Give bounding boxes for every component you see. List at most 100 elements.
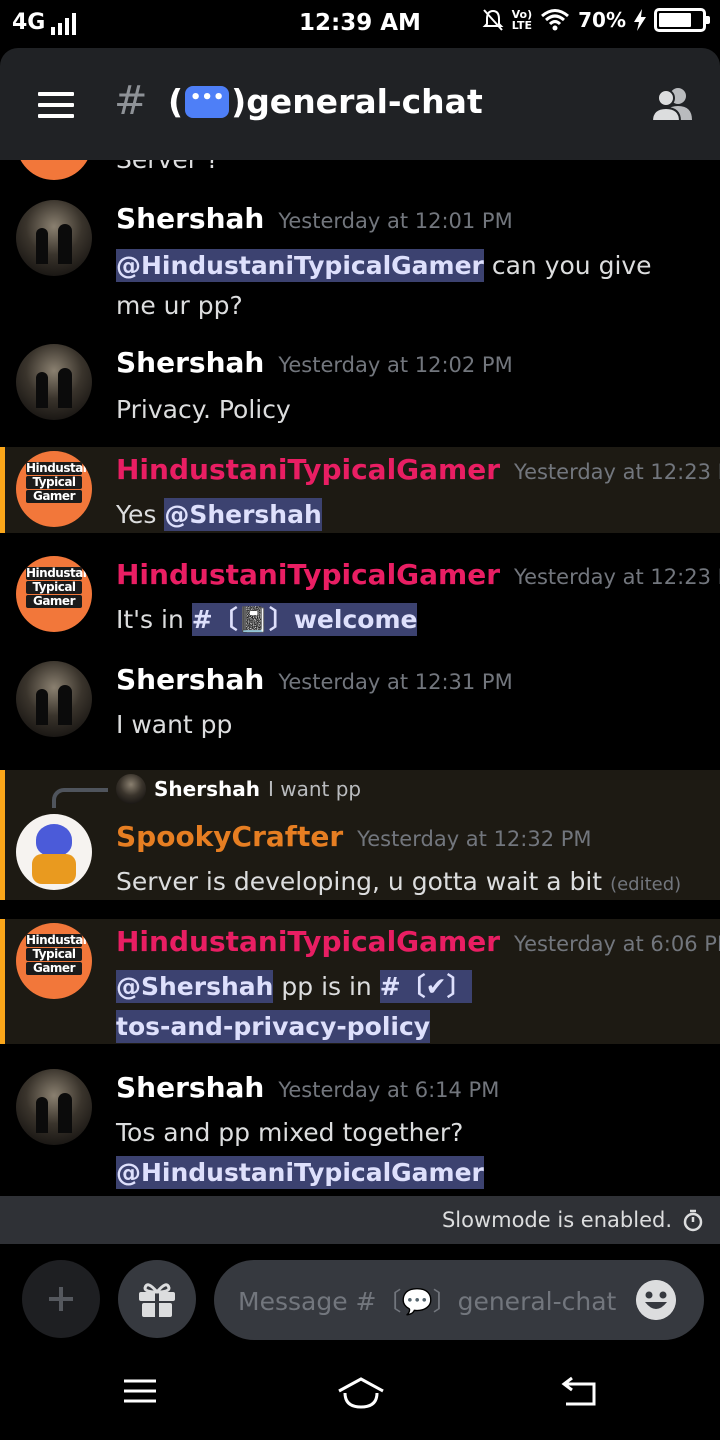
message-content: pp is in	[273, 972, 380, 1001]
status-icons: Vo) LTE 70%	[482, 8, 710, 32]
timestamp: Yesterday at 12:31 PM	[278, 670, 513, 694]
add-attachment-button[interactable]	[22, 1260, 100, 1338]
battery-percent: 70%	[578, 8, 626, 32]
message-input-placeholder: Message #〔💬〕general-chat	[238, 1287, 617, 1316]
message-item[interactable]: Hindustani Typical Gamer HindustaniTypical…	[0, 552, 720, 642]
author-name[interactable]: Shershah	[116, 346, 264, 379]
plus-icon	[49, 1287, 73, 1311]
slowmode-banner: Slowmode is enabled.	[0, 1196, 720, 1244]
message-list[interactable]: Server ? Shershah Yesterday at 12:01 PM @…	[0, 160, 720, 1196]
channel-mention-name[interactable]: tos-and-privacy-policy	[116, 1010, 431, 1043]
volte-bottom: LTE	[511, 19, 532, 32]
volte-icon: Vo) LTE	[512, 9, 533, 31]
message-text: Privacy. Policy	[116, 395, 291, 424]
message-content: Tos and pp mixed together?	[116, 1118, 464, 1147]
paren-close: )	[231, 82, 247, 121]
user-mention[interactable]: @HindustaniTypicalGamer	[116, 1156, 484, 1189]
reply-preview[interactable]: Shershah I want pp	[116, 774, 361, 804]
author-name[interactable]: Shershah	[116, 663, 264, 696]
avatar[interactable]: Hindustani Typical Gamer	[16, 451, 92, 527]
reply-avatar	[116, 774, 146, 804]
avatar-label: Typical	[26, 476, 82, 489]
author-name[interactable]: HindustaniTypicalGamer	[116, 558, 500, 591]
avatar[interactable]	[16, 1069, 92, 1145]
battery-icon	[654, 8, 710, 32]
avatar[interactable]	[16, 200, 92, 276]
members-icon[interactable]	[650, 86, 694, 122]
reply-text: I want pp	[267, 777, 362, 801]
channel-name: general-chat	[246, 82, 483, 121]
channel-mention[interactable]: #〔📓〕welcome	[191, 603, 418, 636]
message-text: I want pp	[116, 710, 233, 739]
home-icon[interactable]	[336, 1376, 386, 1410]
menu-icon[interactable]	[38, 92, 74, 118]
avatar-label: Typical	[26, 948, 82, 961]
status-bar: 4G 12:39 AM Vo) LTE 70%	[0, 0, 720, 48]
speech-bubble-icon: •••	[185, 85, 230, 118]
message-item-highlighted[interactable]: Hindustani Typical Gamer HindustaniTypical…	[0, 447, 720, 533]
system-nav-bar	[0, 1354, 720, 1440]
slowmode-text: Slowmode is enabled.	[441, 1208, 672, 1232]
edited-label: (edited)	[610, 874, 682, 895]
message-item-highlighted[interactable]: Shershah I want pp SpookyCrafter Yesterda…	[0, 770, 720, 900]
back-icon[interactable]	[560, 1376, 600, 1408]
timestamp: Yesterday at 12:23 PM	[514, 460, 720, 484]
reply-connector	[52, 788, 108, 808]
avatar[interactable]	[16, 814, 92, 890]
message-item[interactable]: Shershah Yesterday at 12:01 PM @Hindustan…	[0, 196, 720, 336]
avatar[interactable]: Hindustani Typical Gamer	[16, 556, 92, 632]
avatar-label: Hindustani	[26, 566, 92, 580]
avatar-label: Gamer	[26, 595, 82, 608]
timestamp: Yesterday at 6:06 PM	[514, 932, 720, 956]
avatar[interactable]	[16, 344, 92, 420]
emoji-icon[interactable]	[636, 1280, 676, 1320]
channel-mention[interactable]: #〔✔〕	[379, 970, 472, 1003]
user-mention[interactable]: @Shershah	[164, 498, 322, 531]
message-text: Server is developing, u gotta wait a bit…	[116, 862, 696, 905]
message-item[interactable]: Shershah Yesterday at 12:31 PM I want pp	[0, 657, 720, 747]
author-name[interactable]: HindustaniTypicalGamer	[116, 453, 500, 486]
message-input[interactable]: Message #〔💬〕general-chat	[214, 1260, 704, 1340]
avatar-label: Hindustani	[26, 461, 92, 475]
avatar-label: Hindustani	[26, 933, 92, 947]
message-text: @HindustaniTypicalGamer can you give me …	[116, 246, 696, 326]
message-text: It's in #〔📓〕welcome	[116, 600, 696, 640]
timestamp: Yesterday at 12:02 PM	[278, 353, 513, 377]
mute-bell-icon	[482, 9, 504, 31]
avatar-label: Typical	[26, 581, 82, 594]
user-mention[interactable]: @HindustaniTypicalGamer	[116, 249, 484, 282]
channel-header: # ( ••• ) general-chat	[0, 48, 720, 160]
recents-menu-icon[interactable]	[122, 1376, 158, 1406]
channel-title[interactable]: ( ••• ) general-chat	[168, 82, 483, 121]
charging-icon	[634, 9, 646, 31]
message-item-highlighted[interactable]: Hindustani Typical Gamer HindustaniTypical…	[0, 919, 720, 1044]
timestamp: Yesterday at 12:23 PM	[514, 565, 720, 589]
reply-author: Shershah	[154, 777, 260, 801]
message-text: Tos and pp mixed together? @HindustaniTyp…	[116, 1113, 696, 1193]
avatar[interactable]	[16, 661, 92, 737]
wifi-icon	[541, 9, 570, 31]
user-mention[interactable]: @Shershah	[116, 970, 274, 1003]
message-partial: Server ?	[0, 160, 720, 180]
avatar-label: Gamer	[26, 490, 82, 503]
author-name[interactable]: HindustaniTypicalGamer	[116, 925, 500, 958]
avatar[interactable]: Hindustani Typical Gamer	[16, 923, 92, 999]
avatar-label: Gamer	[26, 962, 82, 975]
message-text: Yes @Shershah	[116, 495, 696, 535]
message-content: It's in	[116, 605, 192, 634]
message-content: Server is developing, u gotta wait a bit	[116, 867, 611, 896]
message-text: Server ?	[116, 160, 696, 180]
author-name[interactable]: SpookyCrafter	[116, 820, 343, 853]
hash-icon: #	[114, 78, 148, 124]
author-name[interactable]: Shershah	[116, 202, 264, 235]
gift-button[interactable]	[118, 1260, 196, 1338]
message-item[interactable]: Shershah Yesterday at 6:14 PM Tos and pp …	[0, 1065, 720, 1195]
message-text: @Shershah pp is in #〔✔〕 tos-and-privacy-…	[116, 967, 516, 1047]
author-name[interactable]: Shershah	[116, 1071, 264, 1104]
avatar[interactable]	[16, 160, 92, 180]
timestamp: Yesterday at 12:32 PM	[357, 827, 592, 851]
message-item[interactable]: Shershah Yesterday at 12:02 PM Privacy. P…	[0, 340, 720, 440]
gift-icon	[139, 1283, 175, 1317]
timer-icon	[683, 1209, 703, 1232]
paren-open: (	[168, 82, 184, 121]
